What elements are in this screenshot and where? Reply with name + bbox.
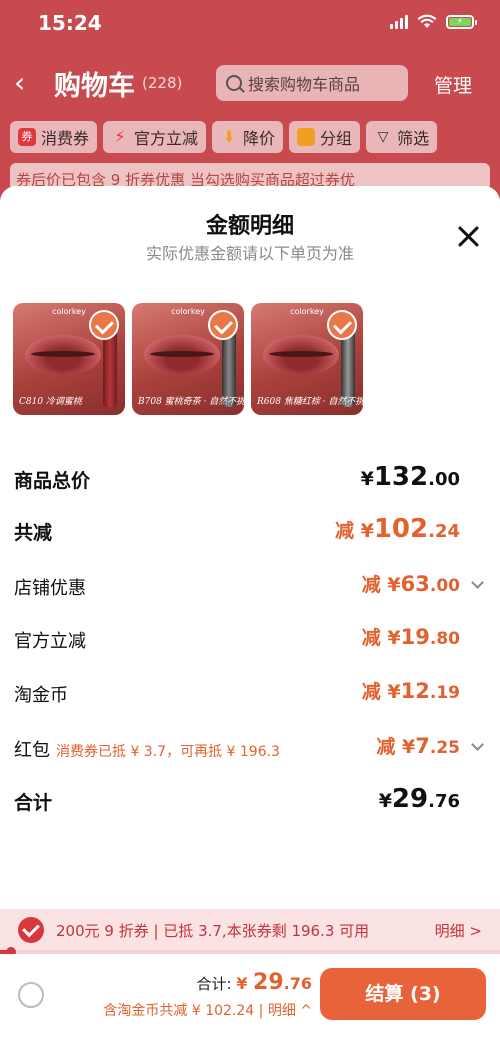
chip-label: 官方立减 <box>134 129 199 148</box>
chip-official-discount[interactable]: ⚡ 官方立减 <box>103 121 207 153</box>
row-value: 减 ¥63.00 <box>361 572 460 596</box>
product-thumbnail[interactable]: colorkey B708 蜜桃奇茶 · 自然不挑皮 <box>132 303 244 415</box>
lightning-icon: ⚡ <box>114 127 126 146</box>
coupon-icon: 券 <box>18 128 36 146</box>
footer-total: 合计: ¥ 29.76 <box>196 970 312 995</box>
row-sum: 合计 ¥29.76 <box>14 784 486 818</box>
lips-image <box>144 335 220 375</box>
chevron-down-icon <box>471 738 484 751</box>
chip-price-drop[interactable]: ⬇ 降价 <box>212 121 284 153</box>
product-thumbnail[interactable]: colorkey C810 冷调蜜桃 <box>13 303 125 415</box>
chip-filter[interactable]: ▽ 筛选 <box>366 121 438 153</box>
status-icons: ⚡ <box>390 14 477 29</box>
product-thumbnail[interactable]: colorkey R608 焦糖红棕 · 自然不挑皮 <box>251 303 363 415</box>
row-value: 减 ¥7.25 <box>376 734 460 758</box>
row-label: 红包 <box>14 740 50 761</box>
product-thumbnails: colorkey C810 冷调蜜桃 colorkey B708 蜜桃奇茶 · … <box>13 303 363 415</box>
row-red-packet[interactable]: 红包 消费券已抵 ¥ 3.7，可再抵 ¥ 196.3 减 ¥7.25 <box>14 732 486 766</box>
coupon-bar: 200元 9 折券 | 已抵 3.7,本张券剩 196.3 可用 明细 > <box>0 909 500 951</box>
cart-count: (228) <box>142 74 183 92</box>
chip-label: 分组 <box>320 129 353 148</box>
row-label: 合计 <box>14 792 53 814</box>
sheet-title: 金额明细 <box>205 214 294 239</box>
row-value: 减 ¥19.80 <box>361 625 460 649</box>
search-input[interactable]: 搜索购物车商品 <box>216 65 408 101</box>
status-time: 15:24 <box>38 11 102 35</box>
chevron-down-icon <box>471 576 484 589</box>
row-label: 淘金币 <box>14 685 68 706</box>
chip-coupon[interactable]: 券 消费券 <box>10 121 98 153</box>
chip-label: 消费券 <box>41 129 90 148</box>
manage-button[interactable]: 管理 <box>434 71 472 98</box>
row-shop-discount[interactable]: 店铺优惠 减 ¥63.00 <box>14 570 486 604</box>
coupon-checkbox[interactable] <box>18 917 44 943</box>
folder-icon <box>297 128 316 146</box>
checkmark-icon <box>327 310 357 340</box>
row-value: ¥132.00 <box>360 462 460 492</box>
signal-icon <box>390 14 408 29</box>
footer-discount-summary[interactable]: 含淘金币共减 ¥ 102.24 | 明细 ^ <box>103 1000 312 1020</box>
checkmark-icon <box>89 310 119 340</box>
cart-background: 15:24 ⚡ ‹ 购物车 (228) 搜索购物车商品 管理 券 消费券 ⚡ 官… <box>0 0 500 200</box>
chevron-left-icon[interactable]: ‹ <box>14 66 25 99</box>
chip-label: 降价 <box>243 129 276 148</box>
filter-icon: ▽ <box>377 129 389 145</box>
search-icon <box>226 75 242 91</box>
nav-bar: ‹ 购物车 (228) 搜索购物车商品 管理 <box>0 58 500 108</box>
row-value: ¥29.76 <box>378 784 460 814</box>
lips-image <box>25 335 101 375</box>
row-value: 减 ¥12.19 <box>361 679 460 703</box>
row-label: 商品总价 <box>14 470 91 492</box>
row-total-price: 商品总价 ¥132.00 <box>14 462 486 496</box>
row-value: 减 ¥102.24 <box>334 514 460 544</box>
red-packet-note: 消费券已抵 ¥ 3.7，可再抵 ¥ 196.3 <box>56 744 280 760</box>
coupon-text: 200元 9 折券 | 已抵 3.7,本张券剩 196.3 可用 <box>56 922 370 940</box>
product-caption: C810 冷调蜜桃 <box>19 397 82 407</box>
checkout-footer: 合计: ¥ 29.76 含淘金币共减 ¥ 102.24 | 明细 ^ 结算 (3… <box>0 954 500 1039</box>
close-icon[interactable] <box>456 224 480 248</box>
row-label: 共减 <box>14 522 53 544</box>
down-arrow-icon: ⬇ <box>222 127 236 146</box>
row-official-off: 官方立减 减 ¥19.80 <box>14 623 486 657</box>
status-bar: 15:24 ⚡ <box>0 0 500 50</box>
coupon-detail-link[interactable]: 明细 > <box>435 920 482 941</box>
wifi-icon <box>417 14 437 28</box>
sheet-subtitle: 实际优惠金额请以下单页为准 <box>145 244 354 263</box>
filter-chips: 券 消费券 ⚡ 官方立减 ⬇ 降价 分组 ▽ 筛选 <box>10 121 438 153</box>
checkout-button[interactable]: 结算 (3) <box>320 968 486 1020</box>
row-coins: 淘金币 减 ¥12.19 <box>14 677 486 711</box>
select-all-checkbox[interactable] <box>18 982 44 1008</box>
search-placeholder: 搜索购物车商品 <box>248 75 361 94</box>
row-label: 店铺优惠 <box>14 578 86 599</box>
product-caption: B708 蜜桃奇茶 · 自然不挑皮 <box>138 397 244 407</box>
product-caption: R608 焦糖红棕 · 自然不挑皮 <box>257 397 363 407</box>
chip-label: 筛选 <box>397 129 430 148</box>
lips-image <box>263 335 339 375</box>
row-total-off: 共减 减 ¥102.24 <box>14 514 486 548</box>
checkmark-icon <box>208 310 238 340</box>
page-title: 购物车 <box>54 71 135 102</box>
battery-charging-icon: ⚡ <box>446 14 477 29</box>
row-label: 官方立减 <box>14 631 86 652</box>
chip-group[interactable]: 分组 <box>289 121 361 153</box>
